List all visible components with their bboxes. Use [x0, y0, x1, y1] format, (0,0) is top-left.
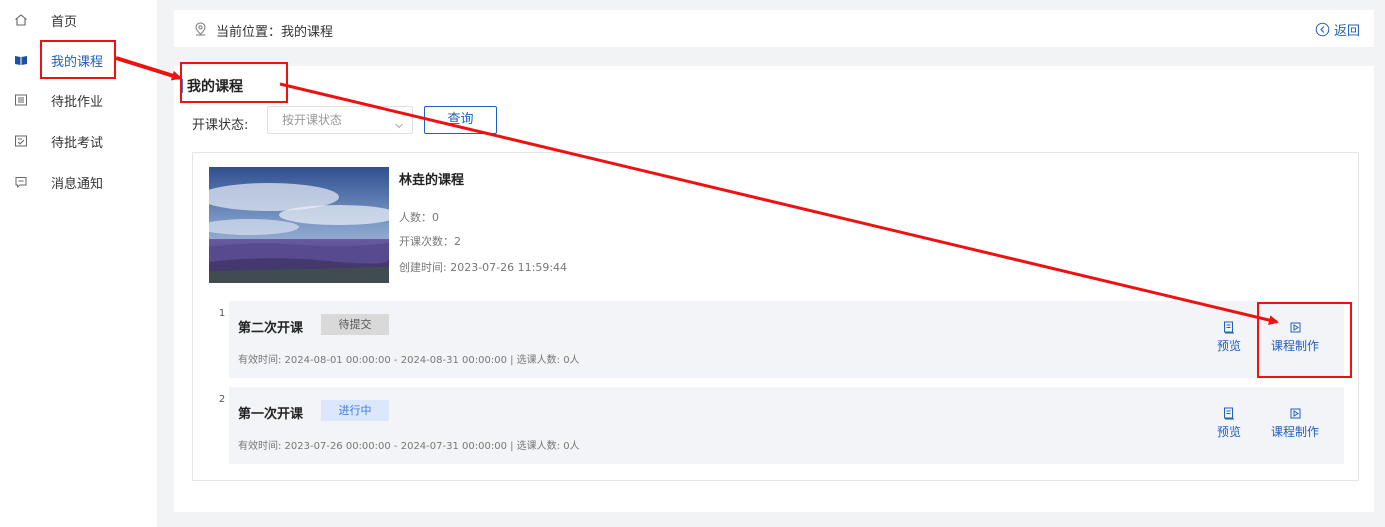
course-panel: 我的课程 开课状态: 按开课状态 查询 林垚的课程 人数：0 开课次数：2 创建… — [174, 66, 1374, 512]
preview-button[interactable]: 预览 — [1217, 321, 1241, 354]
course-thumbnail[interactable] — [209, 167, 389, 283]
sidebar: 首页 我的课程 待批作业 待批考试 消息通知 — [0, 0, 157, 527]
back-button[interactable]: 返回 — [1315, 20, 1360, 39]
session-info: 有效时间: 2023-07-26 00:00:00 - 2024-07-31 0… — [238, 441, 580, 452]
course-created-time: 创建时间: 2023-07-26 11:59:44 — [399, 261, 568, 274]
course-people: 人数：0 — [399, 211, 439, 224]
course-make-label: 课程制作 — [1271, 425, 1320, 439]
chevron-down-icon — [394, 114, 404, 140]
breadcrumb: 当前位置：我的课程 返回 — [174, 10, 1374, 47]
annotation-box-course-make — [1257, 302, 1352, 378]
session-info: 有效时间: 2024-08-01 00:00:00 - 2024-08-31 0… — [238, 355, 580, 366]
list-icon — [14, 93, 28, 107]
preview-icon — [1224, 407, 1234, 420]
sidebar-item-label: 首页 — [51, 14, 78, 30]
sidebar-item-label: 消息通知 — [51, 176, 104, 192]
status-badge: 进行中 — [321, 400, 389, 421]
preview-button[interactable]: 预览 — [1217, 407, 1241, 440]
home-icon — [14, 13, 28, 27]
session-name: 第二次开课 — [238, 321, 304, 336]
course-make-button[interactable]: 课程制作 — [1271, 407, 1319, 440]
annotation-box-section-title — [180, 62, 288, 103]
session-row: 2 第一次开课 进行中 有效时间: 2023-07-26 00:00:00 - … — [207, 387, 1344, 464]
filter-label: 开课状态: — [192, 118, 249, 133]
sidebar-item-home[interactable]: 首页 — [0, 0, 157, 40]
location-icon — [194, 22, 207, 40]
course-session-count: 开课次数：2 — [399, 235, 461, 248]
status-badge: 待提交 — [321, 314, 389, 335]
session-index: 1 — [216, 307, 228, 325]
back-arrow-icon — [1315, 22, 1330, 37]
annotation-box-my-courses — [40, 40, 116, 79]
sidebar-item-messages[interactable]: 消息通知 — [0, 162, 157, 202]
session-row: 1 第二次开课 待提交 有效时间: 2024-08-01 00:00:00 - … — [207, 301, 1344, 378]
sidebar-item-pending-homework[interactable]: 待批作业 — [0, 80, 157, 120]
preview-label: 预览 — [1217, 425, 1242, 439]
session-name: 第一次开课 — [238, 407, 304, 422]
back-label: 返回 — [1333, 24, 1360, 39]
course-title[interactable]: 林垚的课程 — [399, 169, 464, 188]
status-select-placeholder: 按开课状态 — [282, 113, 343, 127]
sidebar-item-label: 待批作业 — [51, 94, 104, 110]
course-make-icon — [1290, 408, 1300, 419]
preview-label: 预览 — [1217, 339, 1242, 353]
session-index: 2 — [216, 393, 228, 411]
sidebar-item-pending-exam[interactable]: 待批考试 — [0, 121, 157, 161]
query-button[interactable]: 查询 — [424, 106, 497, 134]
course-card: 林垚的课程 人数：0 开课次数：2 创建时间: 2023-07-26 11:59… — [192, 152, 1359, 481]
book-icon — [14, 53, 28, 67]
status-select[interactable]: 按开课状态 — [267, 106, 413, 134]
message-icon — [14, 175, 28, 189]
sidebar-item-label: 待批考试 — [51, 135, 104, 151]
main-area: 当前位置：我的课程 返回 我的课程 开课状态: 按开课状态 查询 林垚的课程 人… — [157, 0, 1385, 527]
exam-icon — [14, 134, 28, 148]
preview-icon — [1224, 321, 1234, 334]
breadcrumb-text: 当前位置：我的课程 — [216, 25, 334, 40]
